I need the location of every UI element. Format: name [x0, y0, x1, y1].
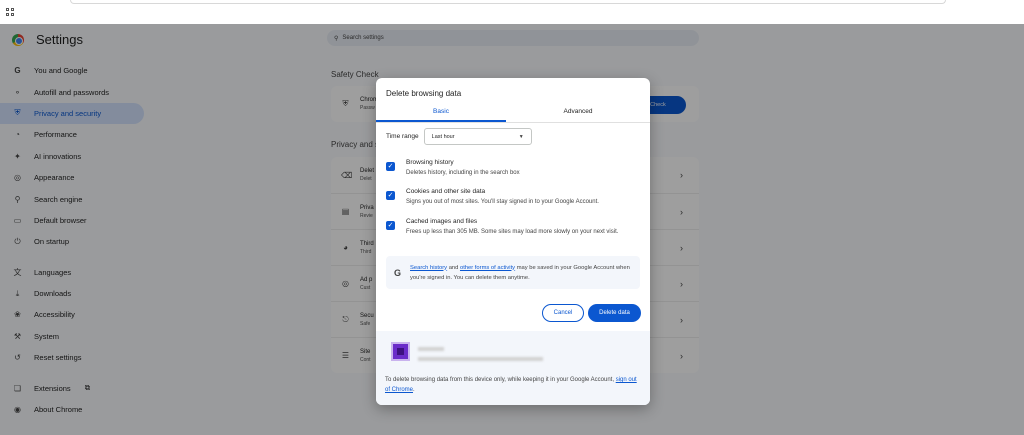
- info-message: Search history and other forms of activi…: [410, 264, 630, 281]
- time-range-select[interactable]: Last hour ▼: [423, 128, 532, 145]
- browsing-history-checkbox[interactable]: ✓: [386, 162, 395, 171]
- tab-advanced[interactable]: Advanced: [506, 105, 650, 121]
- dialog-footer: To delete browsing data from this device…: [376, 331, 650, 405]
- option-description: Frees up less than 305 MB. Some sites ma…: [406, 229, 619, 235]
- account-name-redacted: [418, 347, 444, 351]
- google-activity-info: G Search history and other forms of acti…: [386, 256, 640, 289]
- option-title: Cookies and other site data: [406, 188, 486, 195]
- avatar: [393, 344, 408, 359]
- option-cookies: ✓ Cookies and other site data Signs you …: [386, 187, 640, 207]
- option-browsing-history: ✓ Browsing history Deletes history, incl…: [386, 158, 640, 178]
- option-cached-images: ✓ Cached images and files Frees up less …: [386, 217, 640, 237]
- option-description: Signs you out of most sites. You'll stay…: [406, 199, 599, 205]
- account-email-redacted: [418, 357, 543, 361]
- tab-strip-edge: [70, 0, 946, 4]
- cached-images-checkbox[interactable]: ✓: [386, 221, 395, 230]
- delete-browsing-data-dialog: Delete browsing data Basic Advanced Time…: [376, 78, 650, 405]
- top-strip: [0, 0, 1024, 24]
- tab-divider: [376, 122, 650, 123]
- time-range-row: Time range Last hour ▼: [386, 128, 532, 145]
- dialog-title: Delete browsing data: [386, 89, 462, 98]
- google-g-icon: G: [394, 267, 402, 278]
- dialog-tabs: Basic Advanced: [376, 105, 650, 121]
- option-description: Deletes history, including in the search…: [406, 170, 520, 176]
- delete-data-button[interactable]: Delete data: [588, 304, 641, 322]
- other-activity-link[interactable]: other forms of activity: [460, 265, 515, 271]
- search-history-link[interactable]: Search history: [410, 265, 447, 271]
- option-title: Cached images and files: [406, 218, 478, 225]
- time-range-value: Last hour: [431, 133, 455, 140]
- sign-out-hint: To delete browsing data from this device…: [385, 377, 637, 393]
- dropdown-arrow-icon: ▼: [518, 133, 524, 140]
- cancel-button[interactable]: Cancel: [542, 304, 584, 322]
- cookies-checkbox[interactable]: ✓: [386, 191, 395, 200]
- option-title: Browsing history: [406, 159, 454, 166]
- tab-basic[interactable]: Basic: [376, 105, 506, 121]
- apps-grid-icon[interactable]: [6, 8, 14, 16]
- time-range-label: Time range: [386, 133, 419, 140]
